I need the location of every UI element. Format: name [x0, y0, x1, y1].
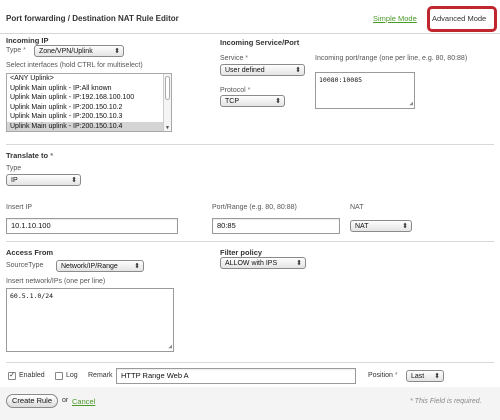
- remark-label: Remark: [88, 372, 113, 379]
- select-arrow-icon: ⬍: [275, 98, 281, 105]
- required-note: * This Field is required.: [410, 398, 482, 405]
- filter-policy-select[interactable]: ALLOW with IPS ⬍: [220, 257, 306, 269]
- resize-handle-icon[interactable]: ◢: [168, 343, 172, 350]
- scrollbar-thumb[interactable]: [165, 76, 170, 100]
- select-arrow-icon: ⬍: [434, 373, 440, 380]
- create-rule-button[interactable]: Create Rule: [6, 394, 58, 408]
- access-from-title: Access From: [6, 248, 54, 257]
- nat-select[interactable]: NAT ⬍: [350, 220, 412, 232]
- interface-option[interactable]: Uplink Main uplink - IP:192.168.100.100: [7, 93, 171, 103]
- incoming-ip-title: Incoming IP: [6, 36, 49, 45]
- remark-input[interactable]: HTTP Range Web A: [116, 368, 356, 384]
- section-divider: [6, 362, 494, 363]
- nat-label: NAT: [350, 204, 364, 211]
- interface-option[interactable]: Uplink Main uplink - IP:All known: [7, 84, 171, 94]
- interfaces-listbox[interactable]: <ANY Uplink> Uplink Main uplink - IP:All…: [6, 73, 172, 132]
- resize-handle-icon[interactable]: ◢: [409, 100, 413, 107]
- interface-option[interactable]: <ANY Uplink>: [7, 74, 171, 84]
- incoming-type-label: Type *: [6, 47, 26, 54]
- check-icon: ✓: [9, 372, 15, 379]
- select-arrow-icon: ⬍: [295, 67, 301, 74]
- select-arrow-icon: ⬍: [296, 260, 302, 267]
- advanced-mode-label[interactable]: Advanced Mode: [432, 14, 486, 23]
- section-divider: [6, 144, 494, 145]
- or-text: or: [62, 397, 69, 404]
- select-arrow-icon: ⬍: [402, 223, 408, 230]
- interfaces-scrollbar[interactable]: ▼: [163, 74, 171, 131]
- networks-label: Insert network/IPs (one per line): [6, 278, 106, 285]
- enabled-label: Enabled: [19, 372, 45, 379]
- section-divider: [6, 241, 494, 242]
- position-label: Position *: [368, 372, 398, 379]
- service-label: Service *: [220, 55, 249, 62]
- simple-mode-link[interactable]: Simple Mode: [373, 14, 417, 23]
- insert-ip-input[interactable]: 10.1.10.100: [6, 218, 178, 234]
- protocol-select[interactable]: TCP ⬍: [220, 95, 285, 107]
- interface-option[interactable]: Uplink Main uplink - IP:200.150.10.3: [7, 112, 171, 122]
- networks-textarea[interactable]: 60.5.1.0/24 ◢: [6, 288, 174, 352]
- translate-title: Translate to *: [6, 151, 54, 160]
- enabled-checkbox[interactable]: ✓: [8, 372, 16, 380]
- protocol-label: Protocol *: [220, 87, 251, 94]
- port-range-label: Incoming port/range (one per line, e.g. …: [315, 55, 468, 62]
- translate-type-select[interactable]: IP ⬍: [6, 174, 81, 186]
- source-type-select[interactable]: Network/IP/Range ⬍: [56, 260, 144, 272]
- select-arrow-icon: ⬍: [134, 263, 140, 270]
- scroll-down-icon[interactable]: ▼: [165, 125, 170, 131]
- position-select[interactable]: Last ⬍: [406, 370, 444, 382]
- log-label: Log: [66, 372, 78, 379]
- interfaces-label: Select interfaces (hold CTRL for multise…: [6, 62, 143, 69]
- page-title: Port forwarding / Destination NAT Rule E…: [6, 14, 179, 23]
- service-select[interactable]: User defined ⬍: [220, 64, 305, 76]
- cancel-link[interactable]: Cancel: [72, 397, 95, 406]
- log-checkbox[interactable]: [55, 372, 63, 380]
- incoming-service-title: Incoming Service/Port: [220, 38, 300, 47]
- translate-type-label: Type: [6, 165, 22, 172]
- select-arrow-icon: ⬍: [71, 177, 77, 184]
- incoming-type-select[interactable]: Zone/VPN/Uplink ⬍: [34, 45, 124, 57]
- source-type-label: SourceType: [6, 262, 44, 269]
- translate-port-input[interactable]: 80:85: [212, 218, 340, 234]
- insert-ip-label: Insert IP: [6, 204, 33, 211]
- interface-option-selected[interactable]: Uplink Main uplink - IP:200.150.10.4: [7, 121, 171, 131]
- filter-policy-title: Filter policy: [220, 248, 263, 257]
- translate-port-label: Port/Range (e.g. 80, 80:88): [212, 204, 297, 211]
- select-arrow-icon: ⬍: [114, 48, 120, 55]
- incoming-port-textarea[interactable]: 10080:10085 ◢: [315, 72, 415, 109]
- interface-option[interactable]: Uplink Main uplink - IP:200.150.10.2: [7, 103, 171, 113]
